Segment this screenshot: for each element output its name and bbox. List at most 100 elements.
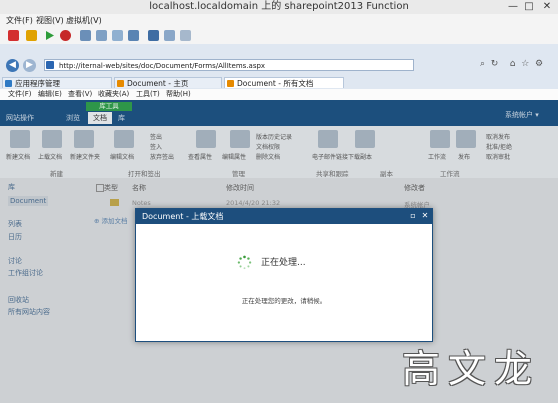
discard-checkout-label[interactable]: 放弃签出 [150,152,174,161]
tab-favicon-icon [5,80,12,87]
menu-help[interactable]: 帮助(H) [166,89,191,100]
delete-document-label[interactable]: 删除文档 [256,152,280,161]
play-icon[interactable] [44,30,55,41]
workflow-icon[interactable] [430,130,450,148]
back-icon[interactable]: ◀ [6,59,19,72]
forward-icon[interactable]: ▶ [23,59,36,72]
select-all-checkbox[interactable] [96,184,104,192]
download-copy-icon[interactable] [355,130,375,148]
settings-icon[interactable] [112,30,123,41]
upload-dialog: Document - 上载文档 ▫ ✕ 正在处理... 正在处理您的更改，请稍候… [135,208,433,342]
col-name[interactable]: 名称 [132,183,146,193]
minimize-button[interactable]: — [506,1,520,12]
stop-icon[interactable] [8,30,19,41]
check-out-label[interactable]: 签出 [150,132,162,141]
console-icon[interactable] [128,30,139,41]
menu-view[interactable]: 查看(V) [68,89,92,100]
menu-file[interactable]: 文件(F) [8,89,32,100]
publish-label: 发布 [458,154,471,161]
vm-toolbar [0,27,558,45]
processing-text: 正在处理... [261,258,306,268]
vm-menu-view[interactable]: 视图(V) [36,14,64,27]
menu-edit[interactable]: 编辑(E) [38,89,62,100]
col-modified-by[interactable]: 修改者 [404,183,425,193]
maximize-icon[interactable]: ▫ [408,211,418,221]
workflow-label: 工作流 [428,154,447,161]
edit-document-icon[interactable] [114,130,134,148]
email-link-icon[interactable] [318,130,338,148]
tab-favicon-icon [227,80,234,87]
menu-favorites[interactable]: 收藏夹(A) [98,89,129,100]
dialog-title: Document - 上载文档 [142,212,224,221]
tab-library[interactable]: 库 [118,112,125,124]
sp-top-bar [0,100,558,126]
close-icon[interactable]: ✕ [420,211,430,221]
nav-lists[interactable]: 列表 [8,219,22,229]
tab-site-actions[interactable]: 网站操作 [6,112,34,124]
refresh-icon[interactable]: ↻ [491,59,499,69]
row-name[interactable]: Notes [132,199,151,207]
nav-recycle-bin[interactable]: 回收站 [8,295,29,305]
version-history-label[interactable]: 版本历史记录 [256,132,292,141]
tab-browse[interactable]: 浏览 [66,112,80,124]
folder-icon [110,199,119,206]
close-button[interactable]: ✕ [540,1,554,12]
tab-app-management[interactable]: 应用程序管理 [2,77,112,88]
send-keys-icon[interactable] [148,30,159,41]
vm-window-title: localhost.localdomain 上的 sharepoint2013 … [0,0,558,14]
maximize-button[interactable]: □ [522,1,536,12]
pause-icon[interactable] [26,30,37,41]
ribbon-group-manage: 管理 [232,170,245,178]
usb-icon[interactable] [164,30,175,41]
address-bar[interactable]: http://iternal-web/sites/doc/Document/Fo… [44,59,414,71]
vm-menu-vm[interactable]: 虚拟机(V) [66,14,102,27]
dialog-header: Document - 上载文档 ▫ ✕ [136,209,432,224]
loading-spinner-icon [237,255,252,270]
new-folder-icon[interactable] [74,130,94,148]
home-icon[interactable]: ⌂ [510,59,516,69]
unpublish-label[interactable]: 取消发布 [486,132,510,141]
revert-icon[interactable] [96,30,107,41]
cancel-approval-label[interactable]: 取消审批 [486,152,510,161]
edit-properties-icon[interactable] [230,130,250,148]
nav-libraries[interactable]: 库 [8,182,15,192]
view-properties-icon[interactable] [196,130,216,148]
view-properties-label: 查看属性 [188,154,213,161]
add-document-link[interactable]: ⊕ 添加文档 [94,215,128,225]
email-link-label: 电子邮件链接 [312,154,349,161]
tab-documents[interactable]: 文档 [88,112,112,124]
upload-document-icon[interactable] [42,130,62,148]
nav-discussions[interactable]: 讨论 [8,256,22,266]
processing-subtext: 正在处理您的更改，请稍候。 [241,297,327,305]
document-permissions-label[interactable]: 文档权限 [256,142,280,151]
col-modified[interactable]: 修改时间 [226,183,254,193]
publish-icon[interactable] [456,130,476,148]
watermark: 高文龙 [402,347,541,391]
browser-tab-strip: 应用程序管理 Document - 主页 Document - 所有文档 [0,76,558,90]
tab-document-all[interactable]: Document - 所有文档 [224,77,344,88]
approve-reject-label[interactable]: 批准/拒绝 [486,142,512,151]
gear-icon[interactable]: ⚙ [535,59,543,69]
edit-document-label: 编辑文档 [110,154,135,161]
favorites-icon[interactable]: ☆ [521,59,529,69]
nav-calendar[interactable]: 日历 [8,232,22,242]
nav-all-site-content[interactable]: 所有网站内容 [8,307,50,317]
browser-tools: ⌕ ↻ ⌂ ☆ ⚙ [480,59,558,71]
col-type[interactable]: 类型 [104,183,118,193]
tab-label: Document - 所有文档 [237,79,314,88]
search-icon[interactable]: ⌕ [480,59,485,69]
fullscreen-icon[interactable] [180,30,191,41]
snapshot-icon[interactable] [80,30,91,41]
ribbon-group-workflow: 工作流 [440,170,460,178]
power-icon[interactable] [60,30,71,41]
check-in-label[interactable]: 签入 [150,142,162,151]
menu-tools[interactable]: 工具(T) [136,89,160,100]
new-document-icon[interactable] [10,130,30,148]
nav-document[interactable]: Document [8,196,49,206]
nav-team-discussion[interactable]: 工作组讨论 [8,268,43,278]
user-menu[interactable]: 系统帐户 ▾ [505,110,539,120]
new-folder-label: 新建文件夹 [70,154,101,161]
new-document-label: 新建文档 [6,154,31,161]
vm-menu-file[interactable]: 文件(F) [6,14,33,27]
tab-document-home[interactable]: Document - 主页 [114,77,222,88]
